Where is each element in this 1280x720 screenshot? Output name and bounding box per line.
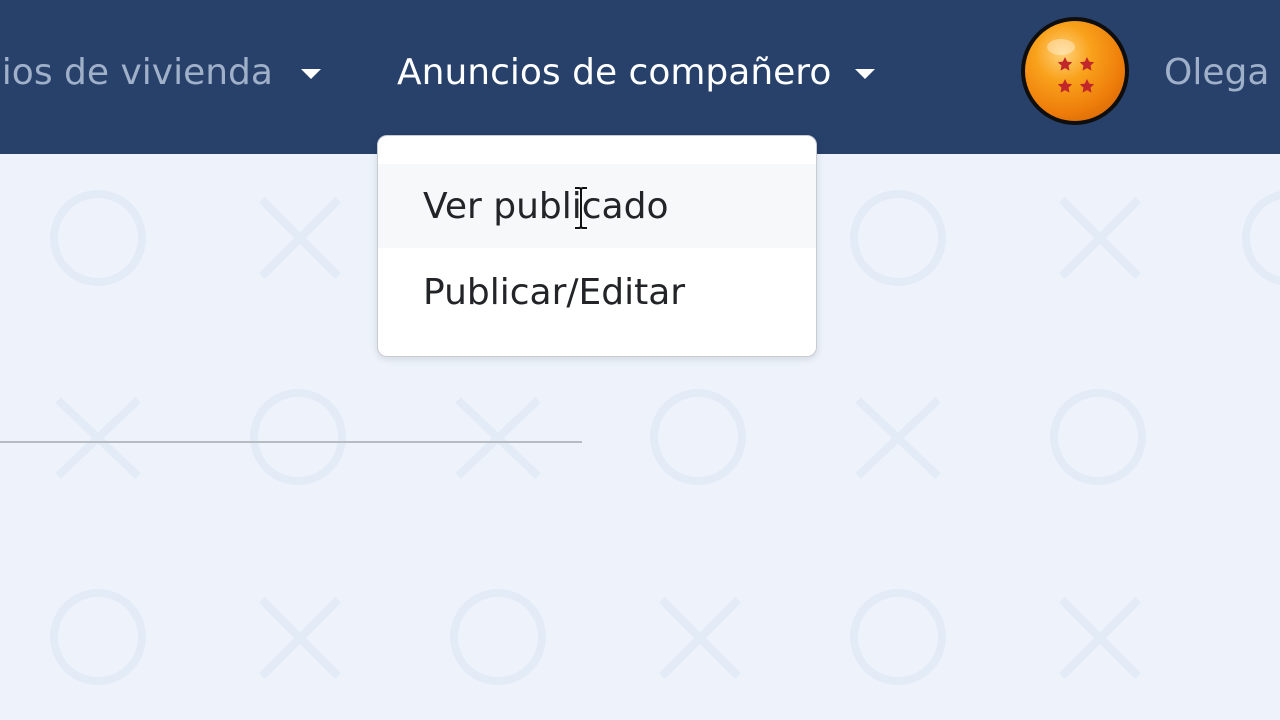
dragon-ball-avatar-icon	[1025, 21, 1125, 121]
roommate-ads-dropdown-menu: Ver publicado Publicar/Editar	[377, 135, 817, 357]
nav-housing-ads-label: cios de vivienda	[0, 51, 273, 93]
menu-item-view-published[interactable]: Ver publicado	[378, 164, 816, 248]
menu-item-publish-edit[interactable]: Publicar/Editar	[378, 250, 816, 334]
nav-roommate-ads-label: Anuncios de compañero	[397, 51, 832, 93]
user-name[interactable]: Olega	[1164, 44, 1269, 100]
caret-down-icon	[855, 69, 876, 79]
top-navbar: cios de vivienda Anuncios de compañero O…	[0, 0, 1280, 154]
nav-housing-ads[interactable]: cios de vivienda	[0, 44, 321, 100]
text-cursor-icon	[575, 186, 587, 230]
user-avatar[interactable]	[1021, 17, 1129, 125]
caret-down-icon	[300, 69, 321, 79]
nav-roommate-ads[interactable]: Anuncios de compañero	[397, 44, 876, 100]
divider-line	[0, 441, 582, 443]
